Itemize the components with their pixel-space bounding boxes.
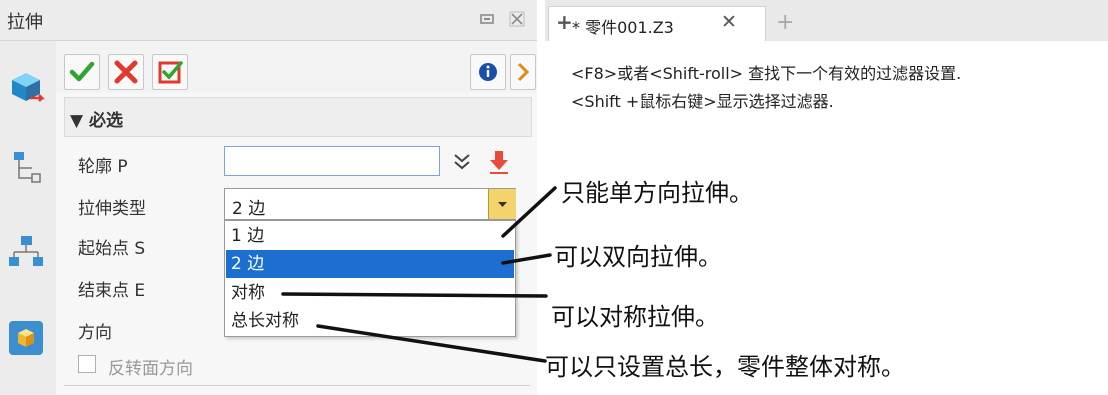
- annotation-total-symmetric: 可以只设置总长，零件整体对称。: [545, 353, 905, 381]
- annotation-symmetric: 可以对称拉伸。: [551, 303, 719, 331]
- annotation-lines: [281, 186, 557, 363]
- annotation-one-side: 只能单方向拉伸。: [561, 179, 753, 207]
- annotation-two-side: 可以双向拉伸。: [554, 243, 722, 271]
